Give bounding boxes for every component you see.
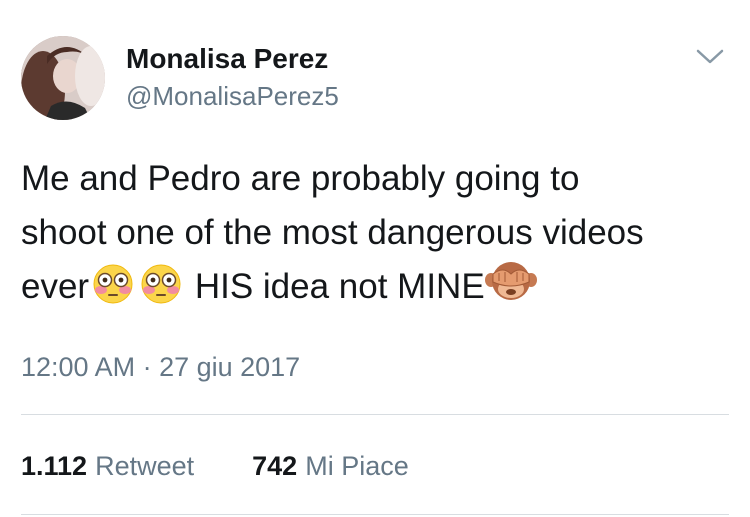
tweet-text: Me and Pedro are probably going to shoot… [21,152,731,320]
tweet-text-line: shoot one of the most dangerous videos [21,213,644,252]
retweets-label: Retweet [95,451,195,481]
author-block: Monalisa Perez @MonalisaPerez5 [126,41,339,113]
see-no-evil-monkey-icon [484,260,537,320]
divider [21,414,729,415]
likes-stat[interactable]: 742 Mi Piace [252,448,409,484]
likes-label: Mi Piace [305,451,409,481]
retweets-count: 1.112 [21,451,88,481]
retweets-stat[interactable]: 1.112 Retweet [21,448,194,484]
author-name[interactable]: Monalisa Perez [126,41,339,77]
avatar[interactable] [21,36,105,120]
author-handle[interactable]: @MonalisaPerez5 [126,79,339,113]
tweet-text-line: ever HIS idea not MINE [21,260,731,320]
flushed-face-icon [89,264,137,320]
tweet-stats: 1.112 Retweet 742 Mi Piace [21,448,409,484]
flushed-face-icon [137,264,185,320]
tweet-timestamp[interactable]: 12:00 AM · 27 giu 2017 [21,350,300,384]
tweet-text-fragment: HIS idea not MINE [185,267,485,306]
tweet-text-line: Me and Pedro are probably going to [21,159,580,198]
tweet-card: Monalisa Perez @MonalisaPerez5 Me and Pe… [0,0,750,517]
chevron-down-icon[interactable] [695,46,725,68]
likes-count: 742 [252,451,298,481]
divider [21,514,729,515]
tweet-text-fragment: ever [21,267,90,306]
